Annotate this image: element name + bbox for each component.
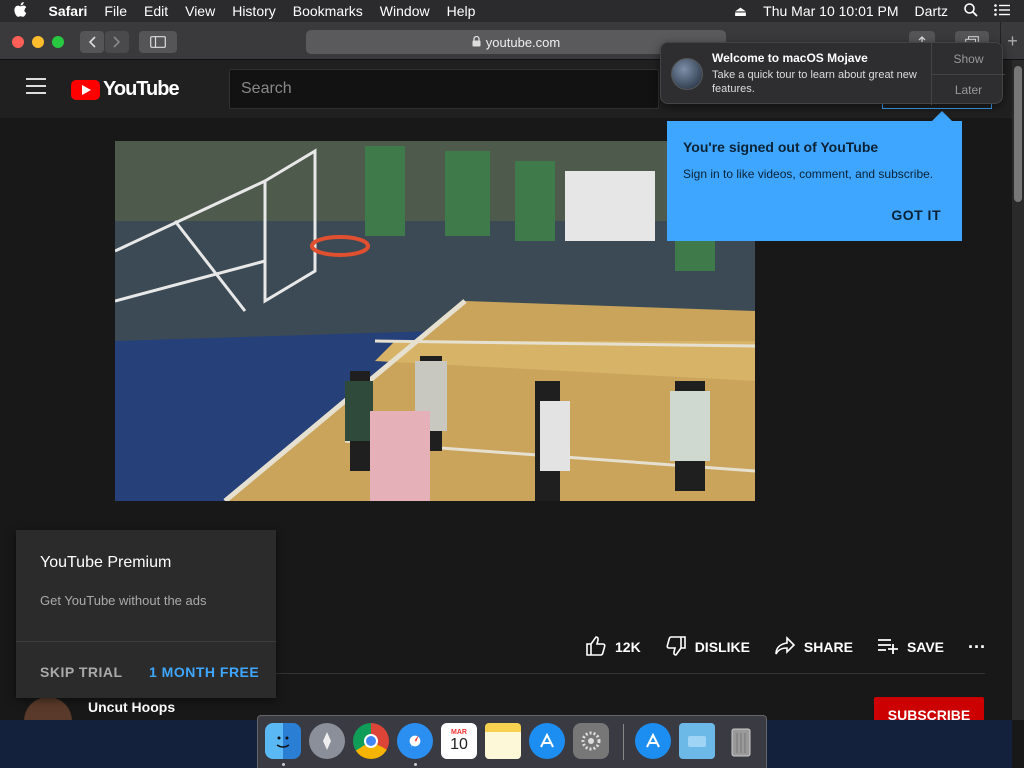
desktop-background	[0, 720, 257, 768]
dock-separator	[623, 724, 624, 760]
share-arrow-icon	[774, 635, 796, 659]
youtube-logo-text: YouTube	[103, 78, 180, 100]
close-window-button[interactable]	[12, 36, 24, 48]
share-label: SHARE	[803, 639, 853, 655]
one-month-free-button[interactable]: 1 MONTH FREE	[149, 664, 259, 680]
playlist-add-icon	[877, 637, 899, 658]
zoom-window-button[interactable]	[52, 36, 64, 48]
dislike-label: DISLIKE	[694, 639, 750, 655]
like-count: 12K	[615, 639, 641, 655]
finder-icon[interactable]	[265, 723, 301, 759]
youtube-logo[interactable]: YouTube	[71, 78, 180, 101]
menu-history[interactable]: History	[224, 3, 285, 19]
video-actions: 12K DISLIKE SHARE SAVE ···	[585, 633, 986, 661]
premium-divider	[16, 641, 276, 642]
spotlight-search-icon[interactable]	[964, 2, 978, 20]
macos-menu-bar: Safari File Edit View History Bookmarks …	[0, 0, 1024, 22]
apple-menu-icon[interactable]	[0, 1, 40, 21]
premium-description: Get YouTube without the ads	[40, 593, 207, 608]
app-store-icon[interactable]	[529, 723, 565, 759]
menu-safari[interactable]: Safari	[40, 3, 96, 19]
finder-running-dot	[282, 763, 285, 766]
clock[interactable]: Thu Mar 10 10:01 PM	[763, 3, 898, 19]
menu-help[interactable]: Help	[438, 3, 484, 19]
eject-icon[interactable]: ⏏	[734, 3, 747, 20]
save-label: SAVE	[906, 639, 945, 655]
notification-body: Take a quick tour to learn about great n…	[712, 69, 917, 95]
premium-title: YouTube Premium	[40, 554, 172, 571]
trash-icon[interactable]	[723, 723, 759, 759]
system-preferences-icon[interactable]	[573, 723, 609, 759]
forward-button[interactable]	[105, 31, 129, 53]
premium-promo-dialog: YouTube Premium Get YouTube without the …	[16, 530, 276, 698]
calendar-day: 10	[450, 735, 468, 753]
dislike-button[interactable]: DISLIKE	[665, 635, 750, 660]
calendar-icon[interactable]: MAR 10	[441, 723, 477, 759]
mojave-notification[interactable]: Welcome to macOS Mojave Take a quick tou…	[660, 42, 1005, 105]
mojave-icon	[671, 58, 703, 90]
notification-actions: Show Later	[931, 43, 1005, 105]
skip-trial-button[interactable]: SKIP TRIAL	[40, 664, 123, 680]
signed-out-tooltip: You're signed out of YouTube Sign in to …	[667, 111, 962, 241]
video-player[interactable]	[115, 141, 755, 501]
dock: MAR 10	[257, 715, 767, 768]
like-button[interactable]: 12K	[585, 635, 641, 660]
page-scrollbar[interactable]	[1012, 60, 1024, 720]
more-actions-icon[interactable]: ···	[968, 637, 986, 658]
launchpad-icon[interactable]	[309, 723, 345, 759]
desktop-background-right	[767, 720, 1012, 768]
menu-view[interactable]: View	[177, 3, 224, 19]
notes-icon[interactable]	[485, 723, 521, 759]
back-button[interactable]	[80, 31, 104, 53]
menu-bookmarks[interactable]: Bookmarks	[284, 3, 371, 19]
safari-running-dot	[414, 763, 417, 766]
youtube-play-icon	[71, 79, 100, 100]
thumbs-down-icon	[665, 635, 687, 660]
minimize-window-button[interactable]	[32, 36, 44, 48]
menu-window[interactable]: Window	[371, 3, 438, 19]
video-frame-basketball	[115, 141, 755, 501]
search-box[interactable]	[229, 69, 659, 109]
lock-icon	[472, 35, 481, 50]
got-it-button[interactable]: GOT IT	[891, 207, 941, 223]
tooltip-description: Sign in to like videos, comment, and sub…	[683, 167, 934, 181]
thumbs-up-icon	[585, 635, 607, 660]
notification-center-icon[interactable]	[994, 3, 1010, 19]
menu-edit[interactable]: Edit	[135, 3, 176, 19]
tooltip-title: You're signed out of YouTube	[683, 139, 879, 155]
scrollbar-thumb[interactable]	[1014, 66, 1022, 202]
safari-icon[interactable]	[397, 723, 433, 759]
section-divider	[275, 673, 985, 674]
chrome-icon[interactable]	[353, 723, 389, 759]
menu-file[interactable]: File	[96, 3, 136, 19]
search-input[interactable]	[230, 70, 658, 108]
save-video-button[interactable]: SAVE	[877, 637, 944, 658]
user-name[interactable]: Dartz	[915, 3, 948, 19]
folder-icon[interactable]	[679, 723, 715, 759]
sidebar-toggle-button[interactable]	[139, 31, 177, 53]
downloads-icon[interactable]	[635, 723, 671, 759]
notification-later-button[interactable]: Later	[932, 74, 1005, 105]
guide-menu-icon[interactable]	[26, 78, 46, 96]
share-video-button[interactable]: SHARE	[774, 635, 853, 659]
calendar-month: MAR	[451, 728, 467, 736]
channel-name[interactable]: Uncut Hoops	[88, 699, 175, 715]
notification-show-button[interactable]: Show	[932, 43, 1005, 74]
notification-title: Welcome to macOS Mojave	[712, 51, 868, 65]
url-text: youtube.com	[485, 34, 561, 50]
